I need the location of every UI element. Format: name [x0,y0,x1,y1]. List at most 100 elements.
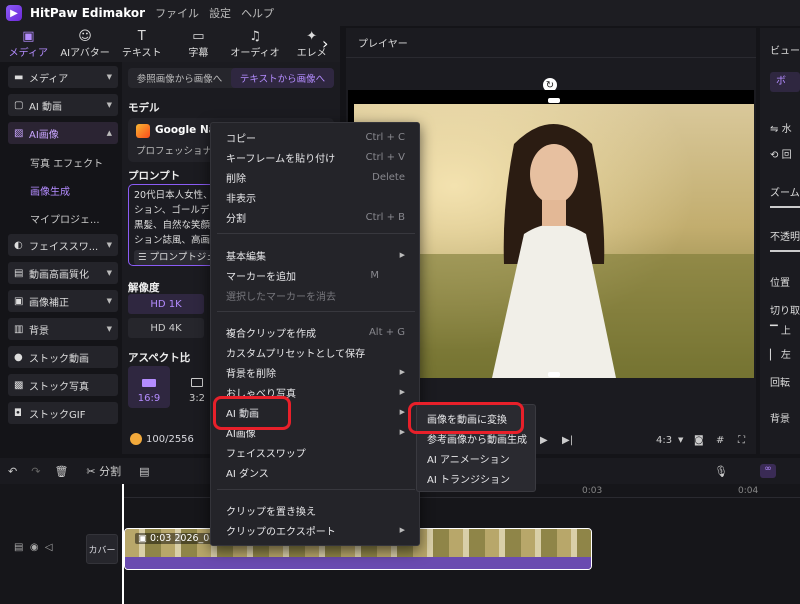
tab-subtitle[interactable]: ▭ 字幕 [170,26,227,62]
menu-item-hide[interactable]: 非表示 [211,187,421,207]
tab-image-to-image[interactable]: 参照画像から画像へ [128,68,231,88]
undo-icon[interactable]: ↶ [8,465,17,478]
position-label: 位置 [770,278,790,289]
sidebar-item-ai-video[interactable]: ▢ AI 動画 ▼ [8,94,118,116]
submenu-item-ai-animation[interactable]: AI アニメーション [417,448,537,468]
scissors-icon: ✂ [86,465,100,478]
sidebar-subitem-my-projects[interactable]: マイプロジェ... [8,206,118,230]
mode-switch: 参照画像から画像へ テキストから画像へ [128,68,334,88]
menu-item-replace-clip[interactable]: クリップを置き換え [211,500,421,520]
menu-item-remove-bg[interactable]: 背景を削除 ▶ [211,362,421,382]
credits-count: 100/2556 [146,433,194,445]
sidebar-subitem-image-gen[interactable]: 画像生成 [8,178,118,202]
menu-item-export-clip[interactable]: クリップのエクスポート ▶ [211,520,421,540]
align-top-icon: ▔ [770,326,781,337]
tab-text-to-image[interactable]: テキストから画像へ [231,68,334,88]
menu-item-compound-clip[interactable]: 複合クリップを作成 Alt + G [211,322,421,342]
play-circle-icon: ● [14,351,23,363]
sidebar-item-stock-gif[interactable]: ◘ ストックGIF [8,402,118,424]
mode-button[interactable]: ボ [770,72,800,92]
opacity-slider[interactable] [770,250,800,252]
tab-element[interactable]: ✦ エレメ [283,26,340,62]
resolution-hd1k-button[interactable]: HD 1K [128,294,204,314]
cover-button[interactable]: カバー [86,534,118,564]
rotate-button[interactable]: ⟲ 回 [770,146,792,161]
sidebar-item-faceswap[interactable]: ◐ フェイススワ... ▼ [8,234,118,256]
sidebar-item-stock-photo[interactable]: ▩ ストック写真 [8,374,118,396]
microphone-icon[interactable]: 🎙 [714,465,728,478]
tick-label: 0:03 [582,486,603,496]
tab-media[interactable]: ▣ メディア [0,26,57,62]
tab-text[interactable]: T テキスト [113,26,170,62]
snapshot-icon[interactable]: ◙ [694,435,704,446]
grid-icon[interactable]: # [716,435,724,446]
split-button[interactable]: ✂ 分割 [86,463,121,479]
track-controls: ▤ ◉ ◁ [14,542,53,553]
flip-icon: ⇋ [770,124,782,135]
menu-help[interactable]: ヘルプ [241,5,274,21]
player-title: プレイヤー [358,39,408,50]
submenu-item-ai-transition[interactable]: AI トランジション [417,468,537,488]
menu-item-face-swap[interactable]: フェイススワップ [211,442,421,462]
menu-item-add-marker[interactable]: マーカーを追加 M [211,265,421,285]
tab-audio[interactable]: ♫ オーディオ [227,26,284,62]
aspect-16-9-button[interactable]: 16:9 [128,366,170,408]
resolution-label: 解像度 [128,282,160,294]
menu-item-paste-keyframe[interactable]: キーフレームを貼り付け Ctrl + V [211,147,421,167]
sidebar-item-ai-image[interactable]: ▨ AI画像 ▲ [8,122,118,144]
eye-icon[interactable]: ◉ [30,542,39,553]
submenu-arrow-icon: ▶ [399,526,405,534]
chevron-right-icon[interactable]: › [322,34,328,53]
tab-view[interactable]: ビュー [770,42,800,57]
resize-handle-top[interactable] [548,98,560,103]
sidebar-item-enhance[interactable]: ▣ 画像補正 ▼ [8,290,118,312]
caret-up-icon: ▲ [106,129,112,137]
text-icon: T [137,28,146,44]
delete-icon[interactable]: 🗑 [54,465,68,478]
media-tabs: ▣ メディア ☺ AIアバター T テキスト ▭ 字幕 ♫ オーディオ ✦ エレメ [0,26,340,62]
align-left-button[interactable]: ▏ 左 [770,346,791,361]
menu-item-save-preset[interactable]: カスタムプリセットとして保存 [211,342,421,362]
ai-video-icon: ▢ [14,99,24,111]
resize-handle-bottom[interactable] [548,372,560,377]
flip-horizontal-button[interactable]: ⇋ 水 [770,120,792,135]
prompt-icon: ☰ [138,252,150,263]
element-icon: ✦ [306,28,318,44]
link-icon[interactable]: ∞ [760,464,776,478]
menu-item-ai-dance[interactable]: AI ダンス [211,462,421,482]
menu-item-delete[interactable]: 削除 Delete [211,167,421,187]
folder-icon: ▬ [14,71,24,83]
zoom-slider[interactable] [770,206,800,208]
caret-down-icon: ▼ [106,269,112,277]
redo-icon[interactable]: ↷ [31,465,40,478]
model-subtitle: プロフェッショナ [136,146,213,157]
sidebar-item-stock-video[interactable]: ● ストック動画 [8,346,118,368]
aspect-ratio-select[interactable]: 4:3 [656,435,672,446]
sidebar-item-media[interactable]: ▬ メディア ▼ [8,66,118,88]
caret-down-icon: ▼ [106,325,112,333]
sidebar-subitem-photo-effect[interactable]: 写真 エフェクト [8,150,118,174]
prompt-generator-button[interactable]: ☰ プロンプトジェ [134,250,220,265]
align-top-button[interactable]: ▔ 上 [770,322,791,337]
sidebar-item-upscale[interactable]: ▤ 動画高画質化 ▼ [8,262,118,284]
enhance-icon: ▣ [14,295,24,307]
menu-item-copy[interactable]: コピー Ctrl + C [211,127,421,147]
track-icon[interactable]: ▤ [14,542,23,553]
menu-settings[interactable]: 設定 [209,5,231,21]
coin-icon [130,433,142,445]
menu-item-basic-edit[interactable]: 基本編集 ▶ [211,245,421,265]
menu-item-split[interactable]: 分割 Ctrl + B [211,207,421,227]
menu-divider [217,311,415,312]
sidebar-item-background[interactable]: ▥ 背景 ▼ [8,318,118,340]
menu-file[interactable]: ファイル [155,5,199,21]
player-header: プレイヤー [346,28,756,58]
fullscreen-icon[interactable]: ⛶ [738,435,745,446]
speaker-icon[interactable]: ◁ [45,542,53,553]
rotation-label: 回転 [770,378,790,389]
resolution-hd4k-button[interactable]: HD 4K [128,318,204,338]
next-frame-icon[interactable]: ▶| [562,435,573,446]
tab-ai-avatar[interactable]: ☺ AIアバター [57,26,114,62]
play-icon[interactable]: ▶ [540,435,548,446]
audio-icon: ♫ [249,28,261,44]
subtitle-tool-icon[interactable]: ▤ [139,465,149,478]
